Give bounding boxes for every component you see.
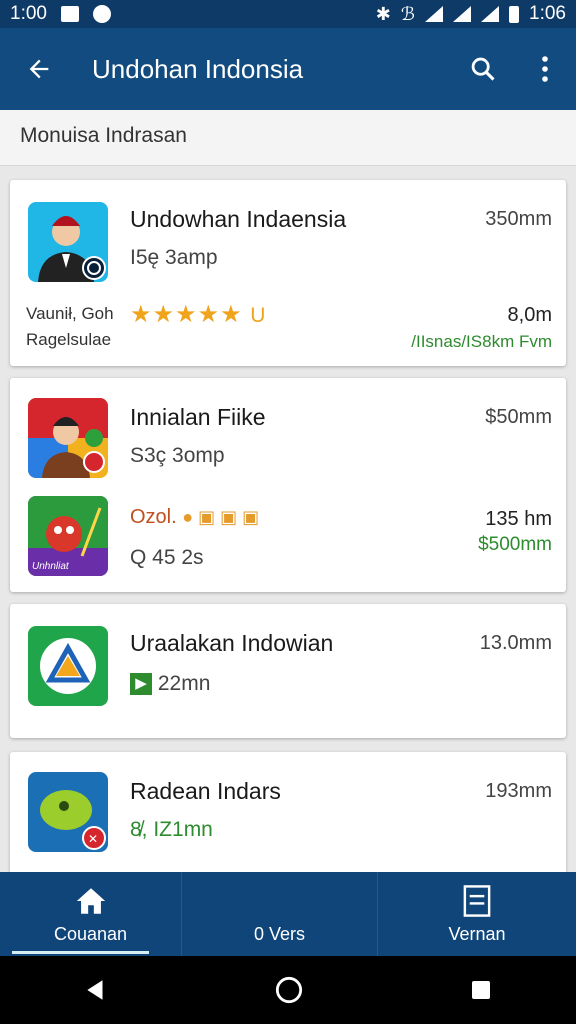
arrow-left-icon [29, 59, 49, 79]
wifi-icon [425, 6, 444, 22]
app-name: Innialan Fiike [130, 404, 266, 430]
list-item[interactable]: Undowhan Indaensia 350mm I5ę 3amp Vaunił… [10, 180, 566, 366]
sub-right-1: 135 hm [485, 508, 552, 530]
svg-text:✕: ✕ [88, 832, 98, 846]
footer-right-2: /IIsnas/IS8km Fvm [411, 332, 552, 351]
monster-game-icon: Unhnliat [28, 496, 108, 576]
page-title: Undohan Indonsia [92, 53, 304, 84]
list-item[interactable]: Innialan Fiike $50mm S3ç 3omp Unhnliat O… [10, 378, 566, 592]
app-meta-text: 22mn [157, 672, 211, 695]
nav-label: Couanan [53, 923, 128, 944]
person-avatar-icon [28, 398, 108, 478]
nav-label: Vernan [448, 923, 506, 944]
search-button[interactable] [452, 28, 514, 110]
home-nav-icon[interactable] [275, 976, 303, 1004]
list-item[interactable]: Uraalakan Indowian 13.0mm ▶ 22mn [10, 604, 566, 738]
app-name: Undowhan Indaensia [130, 206, 347, 232]
rating-stars: ★★★★★ U [130, 301, 267, 328]
sub-text-label: Ozol. [130, 506, 177, 528]
signal-icon-2 [481, 6, 500, 22]
app-size: $50mm [485, 406, 552, 428]
subheader: Monuisa Indrasan [0, 110, 576, 166]
status-time: 1:00 [10, 3, 47, 24]
more-vertical-icon [542, 56, 548, 82]
more-options-button[interactable] [514, 28, 576, 110]
app-size: 193mm [485, 780, 552, 802]
sub-right-2: $500mm [478, 534, 552, 555]
bluetooth-icon: ✱ [375, 3, 391, 24]
person-avatar-icon [28, 202, 108, 282]
app-meta: I5ę 3amp [130, 246, 218, 269]
notification-icon [92, 5, 111, 23]
battery-icon [509, 5, 520, 23]
nav-item-vernan[interactable]: Vernan [378, 872, 576, 956]
status-bar: 1:00 ✱ ℬ 1:06 [0, 0, 576, 28]
sub-text: Ozol. ● ▣ ▣ ▣ [130, 506, 259, 529]
badge-icons: ● ▣ ▣ ▣ [182, 507, 260, 527]
footer-left-2: Ragelsulae [26, 330, 112, 349]
nav-item-home[interactable]: Couanan [0, 872, 182, 956]
signal-icon [453, 6, 472, 22]
app-size: 13.0mm [479, 632, 552, 654]
system-navigation [0, 956, 576, 1024]
nav-item-vers[interactable]: 0 Vers [182, 872, 378, 956]
active-indicator [12, 951, 149, 954]
footer-left-1: Vaunił, Goh [26, 304, 114, 323]
nav-label: 0 Vers [253, 923, 306, 944]
back-nav-icon[interactable] [83, 977, 109, 1003]
image-icon [60, 6, 79, 22]
app-name: Uraalakan Indowian [130, 630, 334, 656]
list-icon [463, 884, 491, 917]
list-item[interactable]: ✕ Radean Indars 193mm 8̸, IZ1mn [10, 752, 566, 872]
app-meta: ▶ 22mn [130, 672, 210, 696]
bottom-navigation: Couanan 0 Vers Vernan [0, 872, 576, 956]
recents-nav-icon[interactable] [469, 978, 493, 1002]
app-meta: 8̸, IZ1mn [130, 818, 213, 841]
footer-right-1: 8,0m [507, 304, 552, 326]
app-meta: S3ç 3omp [130, 444, 225, 467]
app-bar: Undohan Indonsia [0, 28, 576, 110]
rating-suffix: U [250, 304, 267, 327]
triangle-logo-icon [28, 626, 108, 706]
app-name: Radean Indars [130, 778, 281, 804]
badge-icon: ▶ [130, 673, 152, 696]
sub-icon-label: Unhnliat [32, 561, 69, 572]
home-icon [76, 887, 105, 914]
app-list[interactable]: Undowhan Indaensia 350mm I5ę 3amp Vaunił… [0, 166, 576, 872]
vibrate-icon: ℬ [400, 3, 416, 24]
back-button[interactable] [0, 28, 78, 110]
sub-meta: Q 45 2s [130, 546, 204, 569]
green-creature-icon: ✕ [28, 772, 108, 852]
app-size: 350mm [485, 208, 552, 230]
status-clock: 1:06 [529, 3, 566, 24]
search-icon [471, 57, 495, 81]
